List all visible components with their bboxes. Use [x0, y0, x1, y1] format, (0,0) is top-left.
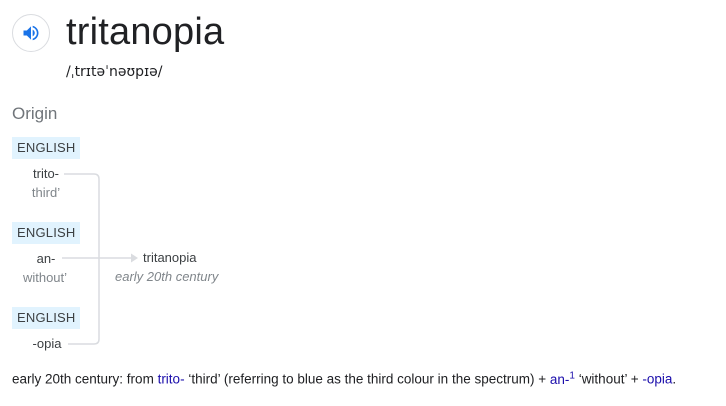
component-form-trito[interactable]: trito-: [20, 166, 72, 181]
etymology-text: early 20th century: from trito- ‘third’ …: [12, 370, 677, 387]
component-form-an[interactable]: an-: [20, 251, 72, 266]
language-tag: ENGLISH: [12, 222, 81, 244]
link-opia[interactable]: -opia: [642, 372, 672, 387]
etymology-diagram-lines: [62, 173, 138, 345]
language-tag: ENGLISH: [12, 137, 81, 159]
language-tag: ENGLISH: [12, 307, 81, 329]
result-date: early 20th century: [115, 269, 219, 284]
component-form-opia[interactable]: -opia: [20, 336, 74, 351]
arrow-head: [131, 253, 138, 263]
component-gloss: without’: [22, 270, 68, 285]
component-gloss: third’: [31, 185, 61, 200]
link-trito[interactable]: trito-: [158, 372, 185, 387]
result-form: tritanopia: [143, 250, 197, 265]
link-an[interactable]: an-1: [550, 370, 575, 387]
